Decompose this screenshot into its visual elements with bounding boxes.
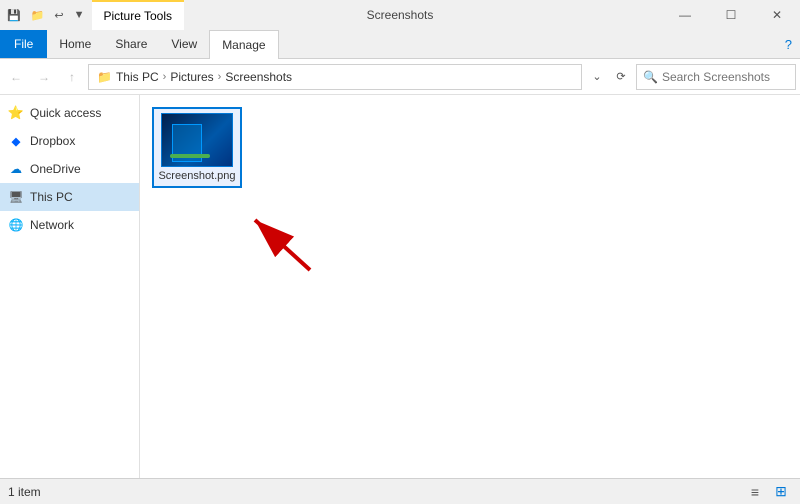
tab-file[interactable]: File <box>0 30 47 58</box>
back-button[interactable]: ← <box>4 65 28 89</box>
title-bar: 💾 📁 ↩ ▼ Picture Tools Screenshots — ☐ ✕ <box>0 0 800 30</box>
address-right-buttons: ⌄ ⟳ <box>586 64 632 90</box>
undo-button[interactable]: ↩ <box>51 7 66 24</box>
file-thumbnail <box>161 113 233 167</box>
view-toggle: ≡ ⊞ <box>744 482 792 502</box>
search-box[interactable]: 🔍 <box>636 64 796 90</box>
status-bar: 1 item ≡ ⊞ <box>0 478 800 504</box>
sidebar-item-onedrive[interactable]: ☁ OneDrive <box>0 155 139 183</box>
sidebar-item-this-pc[interactable]: 🖥 This PC <box>0 183 139 211</box>
file-name: Screenshot.png <box>158 170 235 182</box>
sidebar-item-dropbox[interactable]: ◆ Dropbox <box>0 127 139 155</box>
folder-button[interactable]: 📁 <box>28 7 48 24</box>
sidebar-item-network[interactable]: 🌐 Network <box>0 211 139 239</box>
window-controls: — ☐ ✕ <box>662 0 800 30</box>
file-item[interactable]: Screenshot.png <box>152 107 242 188</box>
address-chevron-button[interactable]: ⌄ <box>586 64 608 90</box>
breadcrumb-this-pc[interactable]: This PC <box>116 70 159 84</box>
tab-share[interactable]: Share <box>103 30 159 58</box>
main-content: ⭐ Quick access ◆ Dropbox ☁ OneDrive 🖥 Th… <box>0 95 800 478</box>
dropbox-icon: ◆ <box>8 133 24 149</box>
pc-icon: 🖥 <box>8 189 24 205</box>
breadcrumb-pictures[interactable]: Pictures <box>170 70 213 84</box>
address-bar[interactable]: 📁 This PC › Pictures › Screenshots <box>88 64 582 90</box>
sidebar-item-quick-access[interactable]: ⭐ Quick access <box>0 99 139 127</box>
sidebar-label-network: Network <box>30 218 74 232</box>
window-title: Screenshots <box>367 0 434 30</box>
quick-access-toolbar[interactable]: 💾 📁 ↩ ▼ <box>0 0 92 30</box>
sidebar-label-this-pc: This PC <box>30 190 73 204</box>
tab-view[interactable]: View <box>159 30 209 58</box>
onedrive-icon: ☁ <box>8 161 24 177</box>
search-icon: 🔍 <box>643 70 658 84</box>
picture-tools-tab[interactable]: Picture Tools <box>92 0 184 30</box>
tab-manage[interactable]: Manage <box>209 30 278 59</box>
folder-icon: 📁 <box>97 70 112 84</box>
customize-button[interactable]: ▼ <box>71 7 88 23</box>
up-button[interactable]: ↑ <box>60 65 84 89</box>
save-button[interactable]: 💾 <box>4 7 24 24</box>
help-button[interactable]: ? <box>777 30 800 58</box>
sidebar-label-onedrive: OneDrive <box>30 162 81 176</box>
maximize-button[interactable]: ☐ <box>708 0 754 30</box>
address-area: ← → ↑ 📁 This PC › Pictures › Screenshots… <box>0 59 800 95</box>
file-area[interactable]: Screenshot.png <box>140 95 800 478</box>
item-count: 1 item <box>8 485 41 499</box>
refresh-button[interactable]: ⟳ <box>610 64 632 90</box>
sidebar-label-dropbox: Dropbox <box>30 134 75 148</box>
minimize-button[interactable]: — <box>662 0 708 30</box>
breadcrumb-separator-2: › <box>218 71 222 83</box>
sidebar-label-quick-access: Quick access <box>30 106 101 120</box>
sidebar: ⭐ Quick access ◆ Dropbox ☁ OneDrive 🖥 Th… <box>0 95 140 478</box>
breadcrumb-separator-1: › <box>163 71 167 83</box>
ribbon-tabs: File Home Share View Manage ? <box>0 30 800 58</box>
star-icon: ⭐ <box>8 105 24 121</box>
thumbnail-preview <box>162 114 232 166</box>
red-arrow-indicator <box>235 210 315 280</box>
network-icon: 🌐 <box>8 217 24 233</box>
breadcrumb-screenshots[interactable]: Screenshots <box>225 70 292 84</box>
forward-button[interactable]: → <box>32 65 56 89</box>
close-button[interactable]: ✕ <box>754 0 800 30</box>
tab-home[interactable]: Home <box>47 30 103 58</box>
ribbon: File Home Share View Manage ? <box>0 30 800 59</box>
grid-view-button[interactable]: ⊞ <box>770 482 792 502</box>
search-input[interactable] <box>662 70 789 84</box>
list-view-button[interactable]: ≡ <box>744 482 766 502</box>
